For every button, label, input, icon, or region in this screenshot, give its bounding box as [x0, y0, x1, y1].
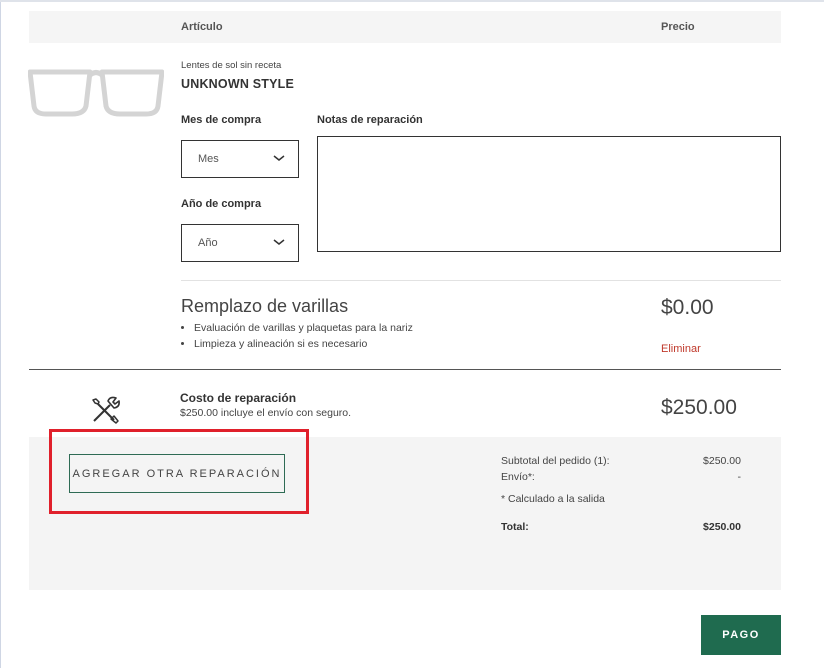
purchase-year-value: Año — [198, 237, 218, 249]
purchase-month-label: Mes de compra — [181, 114, 262, 126]
purchase-month-value: Mes — [198, 153, 219, 165]
shipping-note: * Calculado a la salida — [501, 493, 605, 505]
divider — [181, 280, 781, 281]
column-header-item: Artículo — [181, 21, 223, 33]
service-bullet: Evaluación de varillas y plaquetas para … — [194, 320, 413, 336]
eyeglasses-icon — [28, 69, 164, 117]
chevron-down-icon — [273, 239, 285, 245]
total-value: $250.00 — [703, 521, 741, 533]
remove-service-link[interactable]: Eliminar — [661, 343, 701, 355]
total-label: Total: — [501, 521, 529, 533]
repair-notes-textarea[interactable] — [317, 136, 781, 252]
shipping-value: - — [737, 471, 742, 483]
repair-cost-price: $250.00 — [661, 396, 737, 419]
column-header-price: Precio — [661, 21, 695, 33]
product-category: Lentes de sol sin receta — [181, 60, 282, 71]
subtotal-label: Subtotal del pedido (1): — [501, 455, 610, 467]
repair-notes-label: Notas de reparación — [317, 114, 423, 126]
chevron-down-icon — [273, 155, 285, 161]
checkout-button[interactable]: PAGO — [701, 615, 781, 655]
service-title: Remplazo de varillas — [181, 296, 349, 316]
service-bullets: Evaluación de varillas y plaquetas para … — [180, 320, 413, 352]
window-border-top — [0, 0, 824, 2]
repair-cost-title: Costo de reparación — [180, 391, 297, 405]
divider — [29, 369, 781, 370]
purchase-month-select[interactable]: Mes — [181, 140, 299, 178]
purchase-year-select[interactable]: Año — [181, 224, 299, 262]
product-style: UNKNOWN STYLE — [181, 77, 295, 91]
shipping-label: Envío*: — [501, 471, 535, 483]
window-border-left — [0, 0, 1, 668]
tools-icon — [92, 396, 120, 424]
service-price: $0.00 — [661, 296, 714, 319]
repair-cost-description: $250.00 incluye el envío con seguro. — [180, 407, 352, 419]
service-bullet: Limpieza y alineación si es necesario — [194, 336, 413, 352]
purchase-year-label: Año de compra — [181, 198, 262, 210]
subtotal-value: $250.00 — [703, 455, 741, 467]
highlight-box — [49, 429, 309, 514]
